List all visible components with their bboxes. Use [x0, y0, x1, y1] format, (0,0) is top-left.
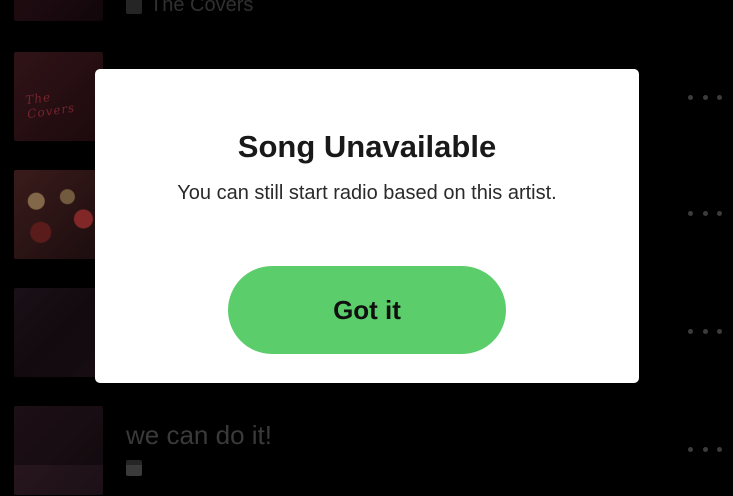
dialog-message: You can still start radio based on this … [177, 182, 557, 204]
got-it-button[interactable]: Got it [228, 266, 506, 354]
dialog-title: Song Unavailable [237, 129, 497, 164]
song-unavailable-dialog: Song Unavailable You can still start rad… [95, 69, 639, 383]
